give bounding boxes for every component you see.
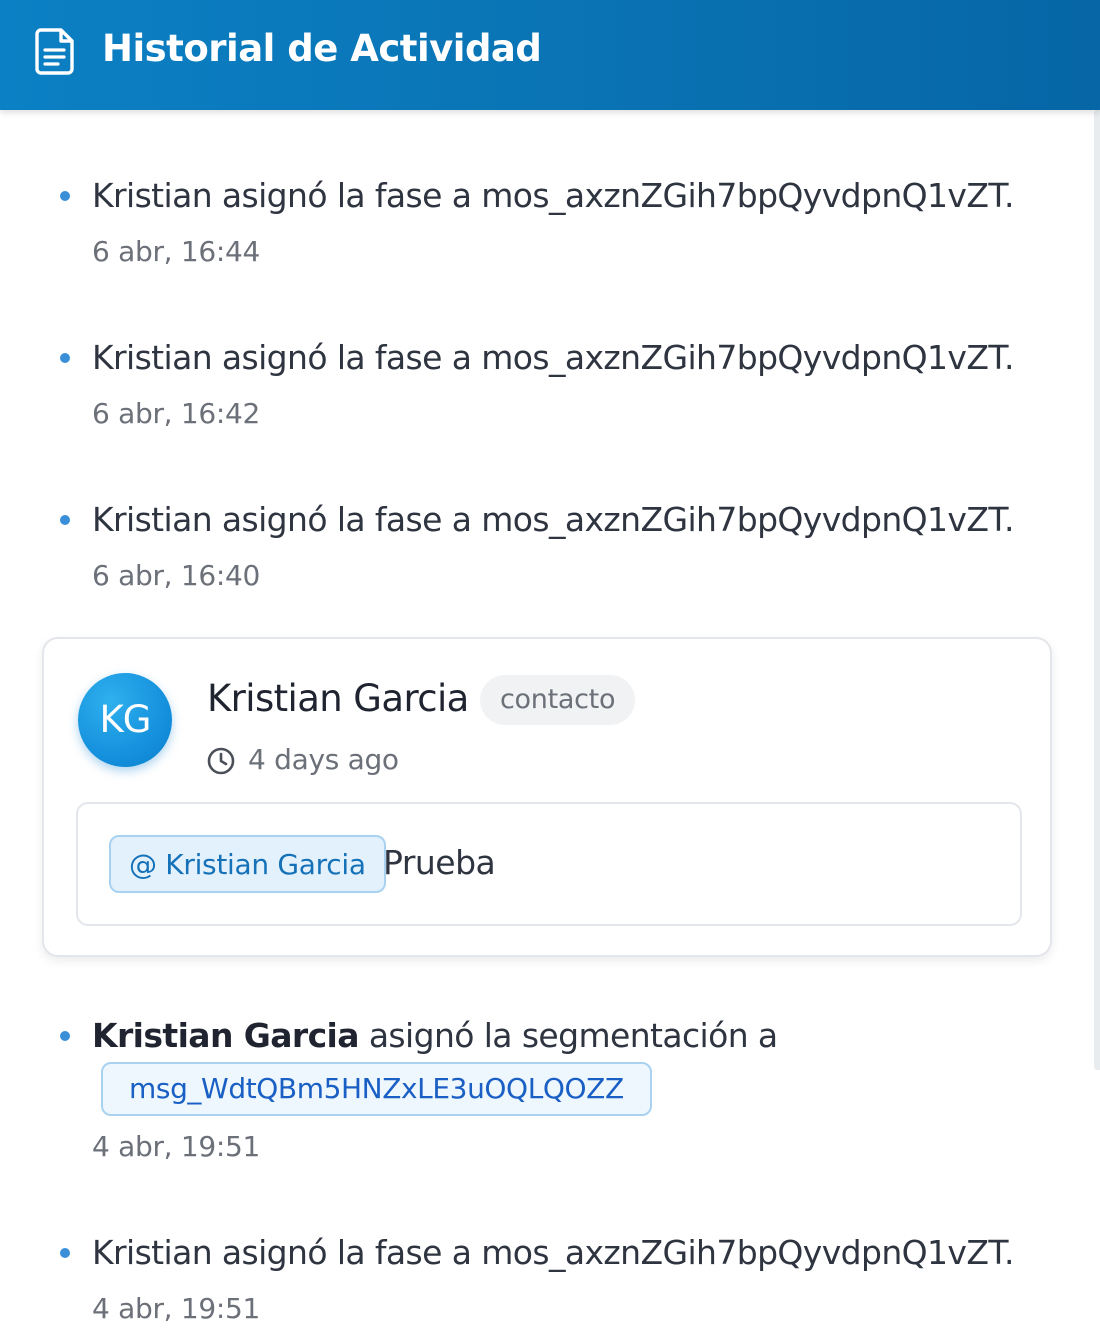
- activity-history-header: Historial de Actividad: [0, 0, 1100, 110]
- activity-timestamp: 4 abr, 19:51: [92, 1292, 261, 1325]
- activity-timestamp: 4 abr, 19:51: [92, 1130, 261, 1163]
- segment-link-chip[interactable]: msg_WdtQBm5HNZxLE3uOQLQOZZ: [101, 1062, 652, 1116]
- comment-author: Kristian Garcia: [207, 677, 469, 720]
- activity-text: Kristian asignó la fase a mos_axznZGih7b…: [92, 500, 1015, 539]
- page-title: Historial de Actividad: [102, 27, 542, 70]
- scrollbar[interactable]: [1094, 110, 1100, 1070]
- avatar: KG: [78, 673, 172, 767]
- bullet-dot: [60, 191, 70, 201]
- activity-timestamp: 6 abr, 16:42: [92, 397, 261, 430]
- comment-body: @ Kristian Garcia Prueba: [76, 802, 1022, 926]
- bullet-dot: [60, 515, 70, 525]
- actor-name: Kristian Garcia: [92, 1016, 360, 1055]
- clock-icon: [207, 747, 235, 775]
- activity-timestamp: 6 abr, 16:44: [92, 235, 261, 268]
- activity-text: Kristian asignó la fase a mos_axznZGih7b…: [92, 176, 1015, 215]
- activity-text: Kristian asignó la fase a mos_axznZGih7b…: [92, 338, 1015, 377]
- contact-tag-badge: contacto: [480, 675, 636, 725]
- activity-text: Kristian asignó la fase a mos_axznZGih7b…: [92, 1233, 1015, 1272]
- bullet-dot: [60, 353, 70, 363]
- mention-chip[interactable]: @ Kristian Garcia: [109, 835, 386, 893]
- comment-timestamp: 4 days ago: [248, 743, 399, 776]
- activity-timestamp: 6 abr, 16:40: [92, 559, 261, 592]
- activity-action: asignó la segmentación a: [368, 1016, 778, 1055]
- document-icon: [35, 28, 74, 75]
- activity-text: Kristian Garcia asignó la segmentación a: [92, 1015, 778, 1057]
- comment-card: KG Kristian Garcia contacto 4 days ago @…: [42, 637, 1052, 957]
- bullet-dot: [60, 1248, 70, 1258]
- comment-text: Prueba: [383, 843, 496, 882]
- bullet-dot: [60, 1031, 70, 1041]
